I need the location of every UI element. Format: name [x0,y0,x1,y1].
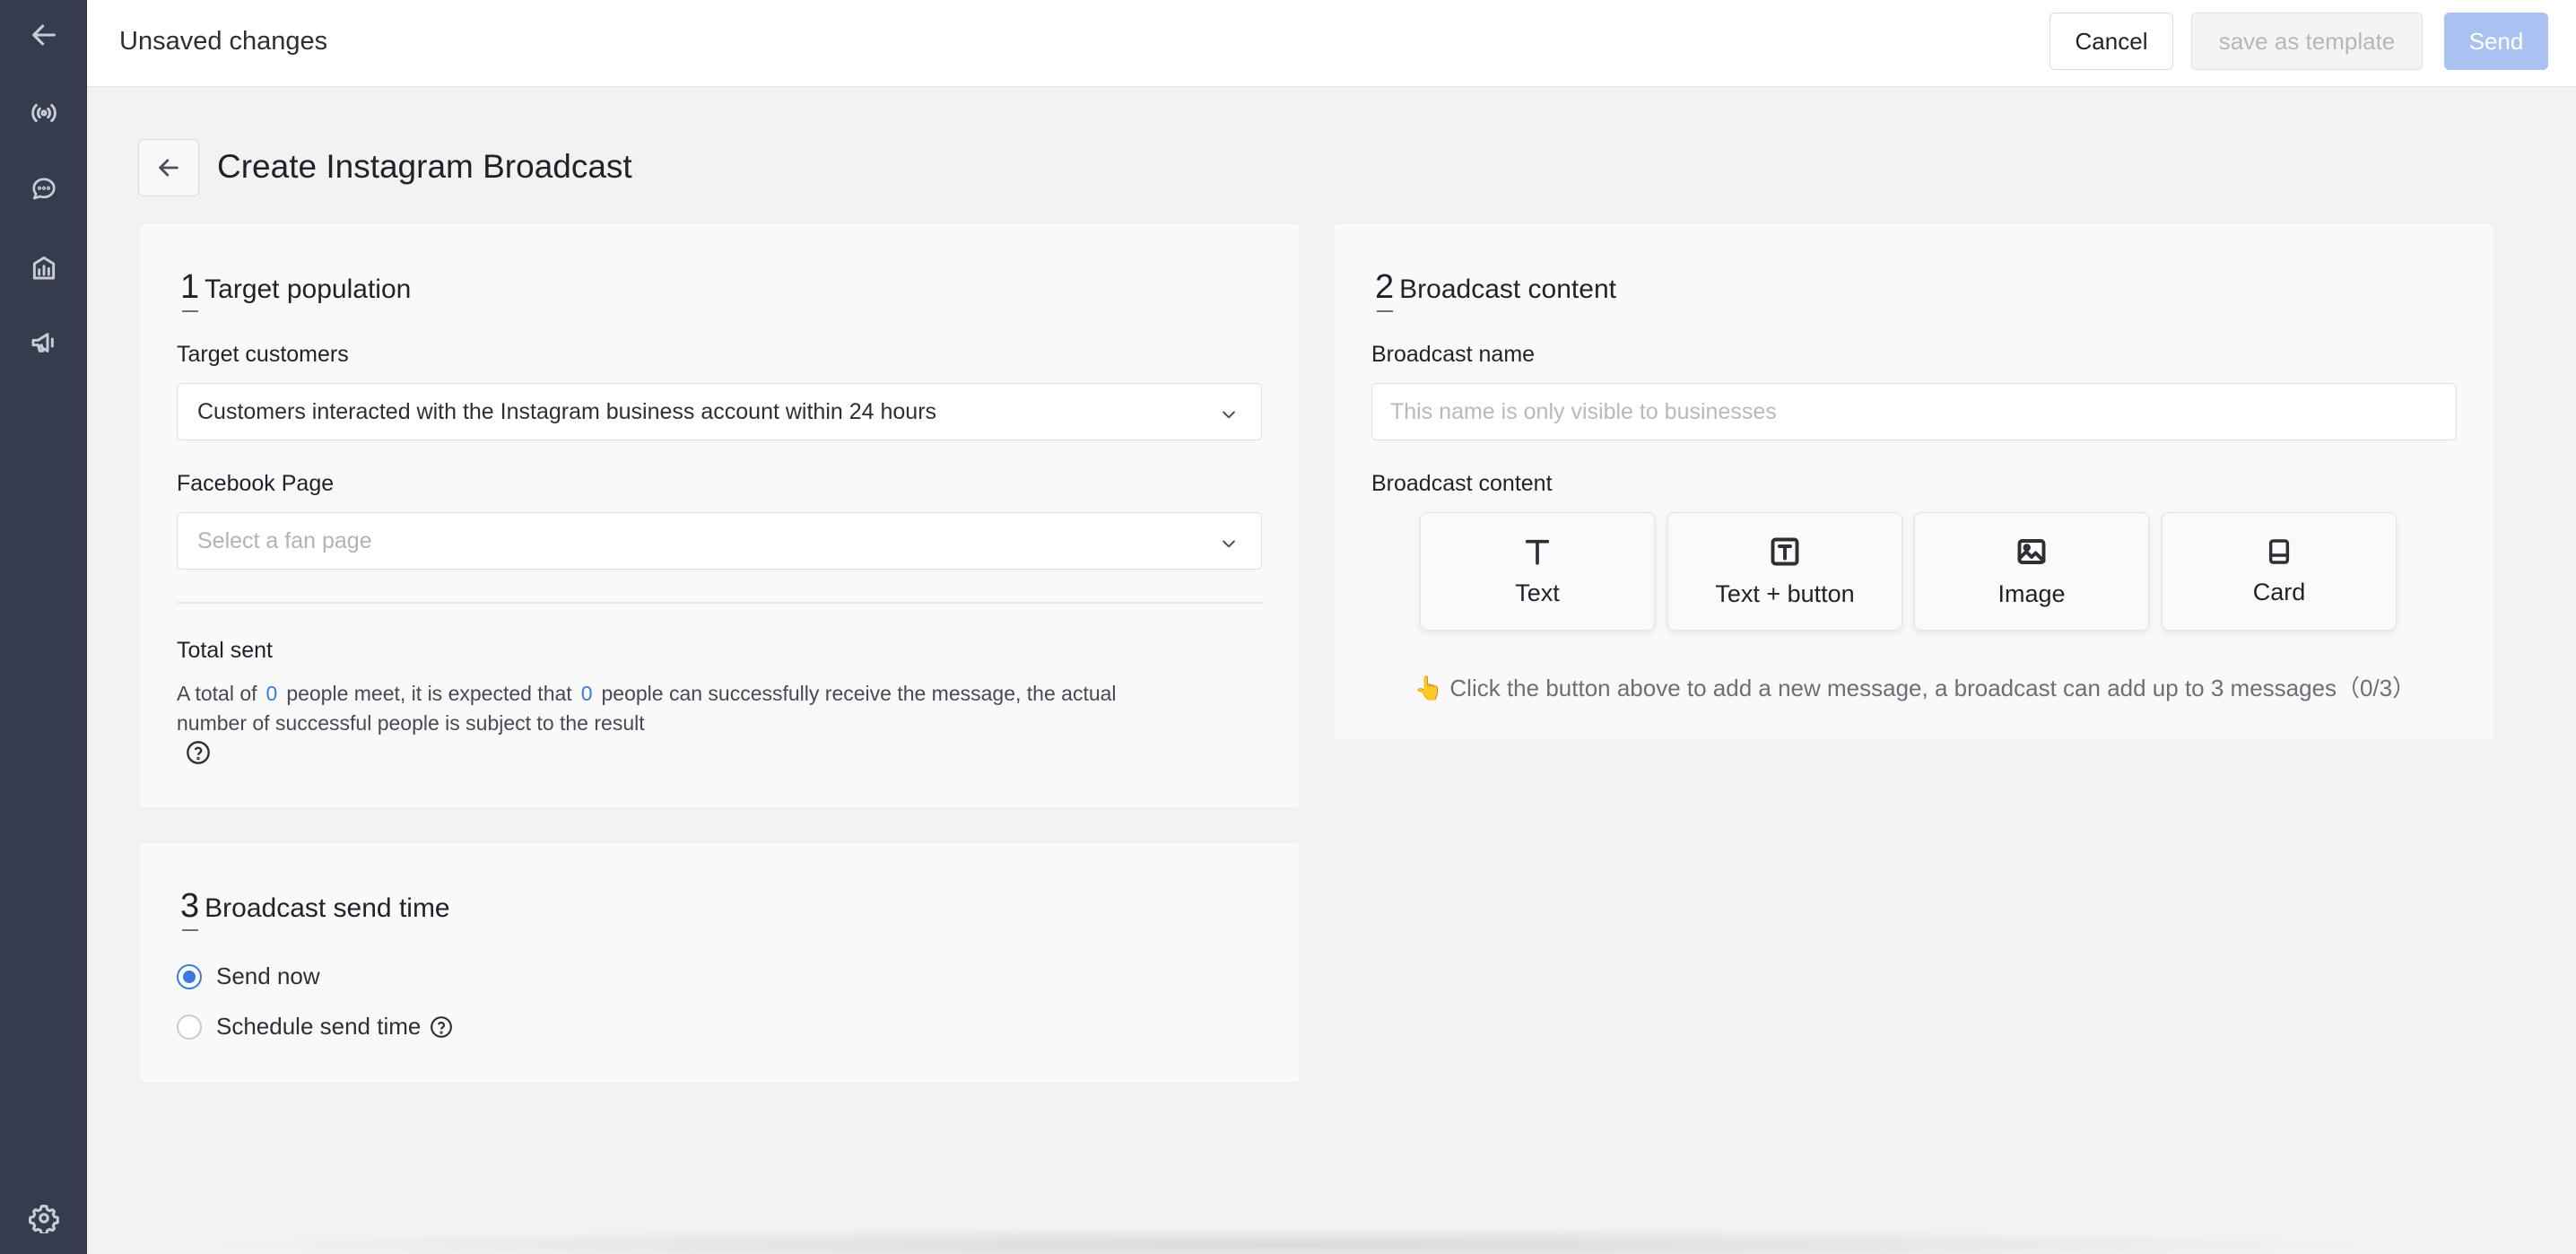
facebook-page-select[interactable]: Select a fan page [177,512,1262,570]
help-icon[interactable] [186,740,211,770]
add-card-label: Card [2252,578,2306,605]
broadcast-name-input[interactable] [1371,383,2457,440]
total-success-count: 0 [580,682,593,705]
add-card-button[interactable]: Card [2162,512,2397,631]
analytics-icon[interactable] [0,240,87,294]
section-title: Broadcast send time [205,893,450,923]
add-image-label: Image [1997,579,2066,607]
broadcast-icon[interactable] [0,86,87,140]
section-heading: 2 Broadcast content [1375,268,1616,312]
help-icon[interactable] [430,1015,453,1039]
cancel-button[interactable]: Cancel [2049,13,2173,70]
card-icon [2268,538,2290,564]
unsaved-changes-title: Unsaved changes [119,27,328,56]
megaphone-icon[interactable] [0,316,87,370]
send-button[interactable]: Send [2444,13,2548,70]
total-suffix: people can successfully receive the mess… [601,682,1117,705]
save-as-template-button[interactable]: save as template [2191,13,2423,70]
facebook-page-label: Facebook Page [177,471,335,496]
send-now-label: Send now [216,962,320,989]
add-text-label: Text [1515,579,1560,606]
target-population-card: 1 Target population Target customers Cus… [138,222,1301,809]
send-time-card: 3 Broadcast send time Send now Schedule … [138,841,1301,1084]
message-limit-hint: 👆 Click the button above to add a new me… [1414,675,2416,701]
chevron-down-icon [1220,533,1238,559]
broadcast-name-label: Broadcast name [1371,342,1536,367]
arrow-left-icon[interactable] [0,8,87,62]
target-customers-label: Target customers [177,342,349,367]
add-text-button[interactable]: Text [1420,512,1655,631]
schedule-send-time-radio[interactable]: Schedule send time [177,1013,453,1041]
select-placeholder: Select a fan page [197,527,372,553]
section-heading: 1 Target population [180,268,412,312]
total-people-count: 0 [265,682,278,705]
add-text-button-button[interactable]: Text + button [1667,512,1902,631]
total-sent-label: Total sent [177,638,274,663]
section-title: Broadcast content [1399,274,1616,304]
section-number: 1 [180,268,200,312]
text-button-icon [1771,537,1799,565]
schedule-send-time-label: Schedule send time [216,1013,422,1040]
radio-checked[interactable] [177,963,202,989]
radio-unchecked[interactable] [177,1014,202,1040]
add-text-button-label: Text + button [1715,579,1855,607]
top-bar: Unsaved changes Cancel save as template … [87,0,2576,87]
target-customers-select[interactable]: Customers interacted with the Instagram … [177,383,1262,440]
text-icon [1525,539,1550,565]
section-number: 3 [180,887,200,931]
section-heading: 3 Broadcast send time [180,887,450,931]
gear-icon[interactable] [0,1191,87,1245]
divider [177,602,1262,604]
add-image-button[interactable]: Image [1914,512,2149,631]
total-sent-description: A total of 0 people meet, it is expected t… [177,679,1271,738]
arrow-left-icon [159,159,178,177]
broadcast-content-label: Broadcast content [1371,471,1553,496]
back-button[interactable] [138,139,199,196]
sidebar [0,0,87,1254]
section-number: 2 [1375,268,1395,312]
total-prefix: A total of [177,682,257,705]
total-middle: people meet, it is expected that [286,682,572,705]
image-icon [2017,538,2046,564]
select-value: Customers interacted with the Instagram … [197,398,937,424]
broadcast-content-card: 2 Broadcast content Broadcast name Broad… [1333,222,2495,741]
section-title: Target population [205,274,412,304]
send-now-radio[interactable]: Send now [177,962,320,990]
bottom-shadow [179,1227,2397,1254]
chevron-down-icon [1220,404,1238,430]
page-title: Create Instagram Broadcast [217,148,632,185]
chat-icon[interactable] [0,162,87,216]
total-line-2: number of successful people is subject t… [177,711,645,735]
